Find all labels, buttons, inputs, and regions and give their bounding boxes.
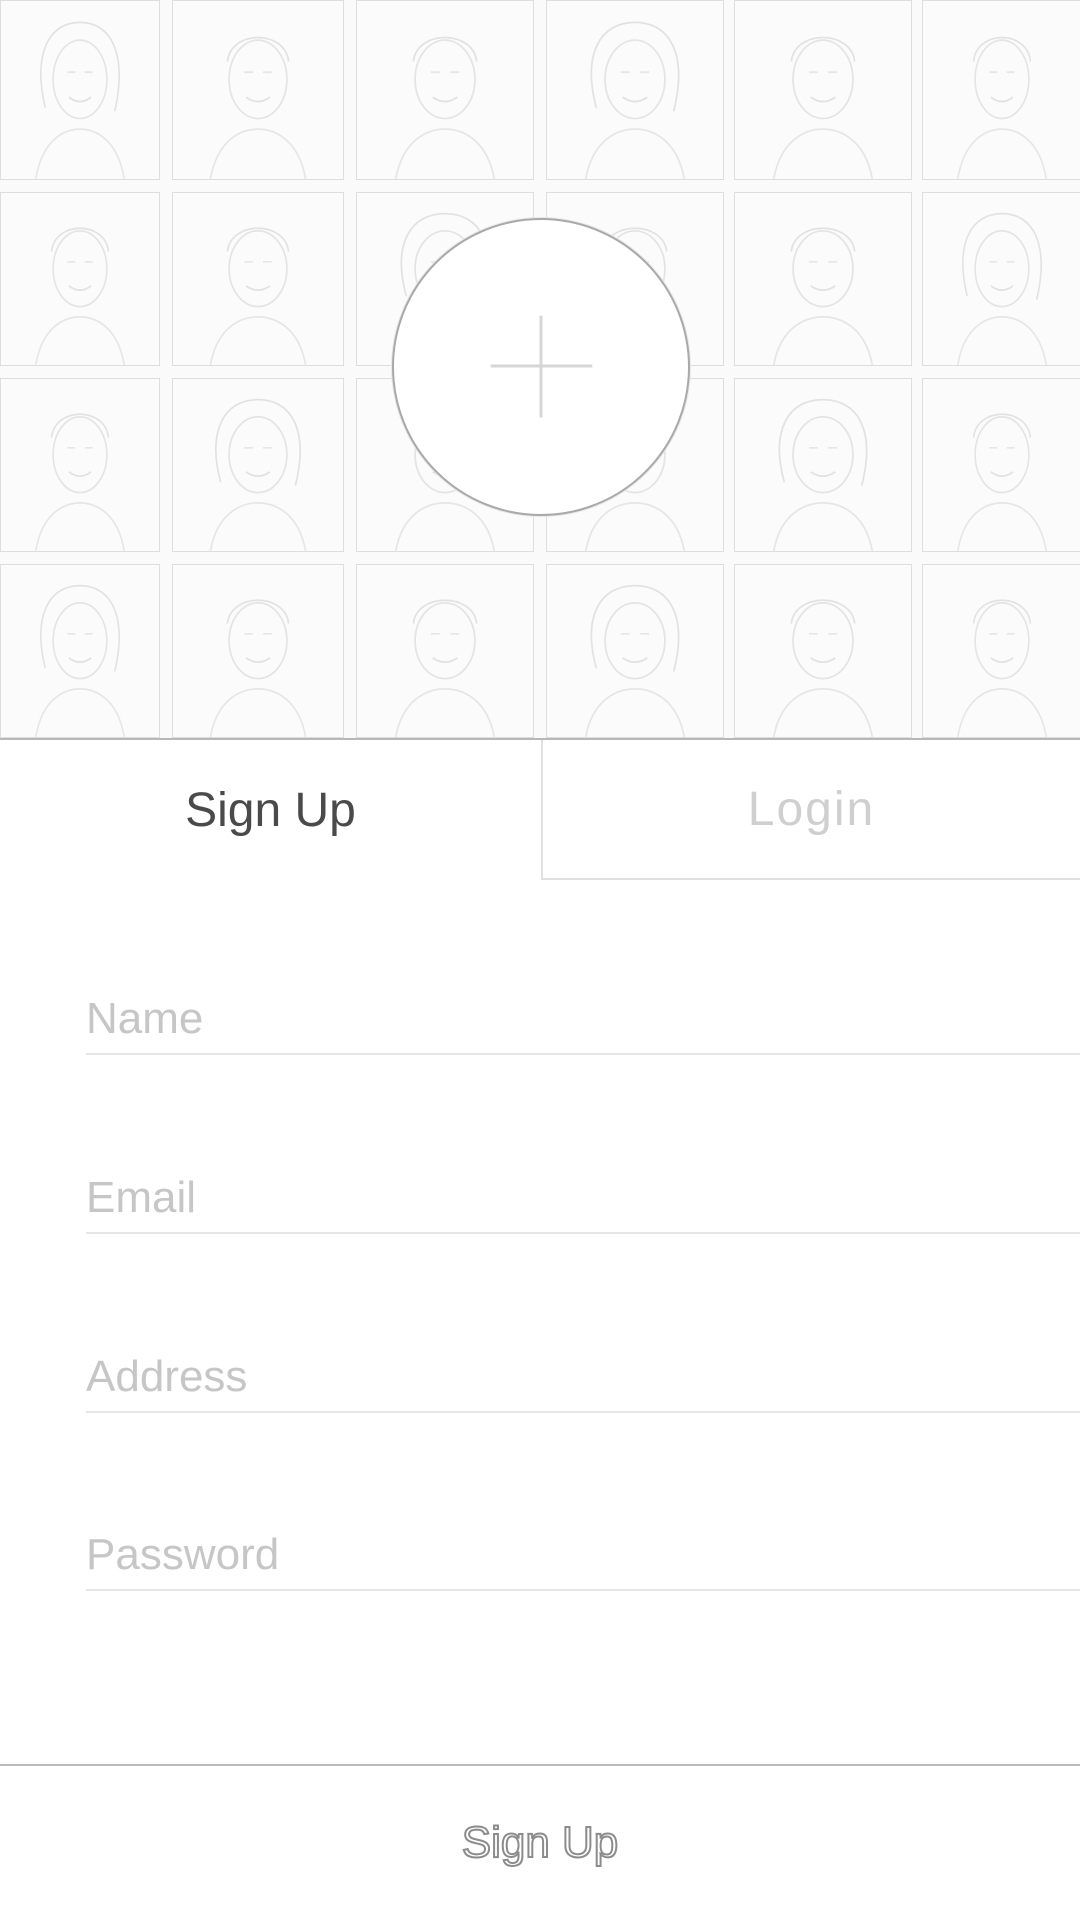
portrait-tile	[734, 0, 912, 180]
name-field[interactable]	[86, 985, 1080, 1055]
portrait-tile	[356, 564, 534, 738]
portrait-tile	[356, 0, 534, 180]
portrait-tile	[546, 0, 724, 180]
portrait-tile	[0, 192, 160, 366]
portrait-sketch-icon	[34, 227, 126, 365]
address-field[interactable]	[86, 1343, 1080, 1413]
add-photo-button[interactable]	[392, 218, 690, 516]
portrait-tile	[172, 564, 344, 738]
portrait-tile	[0, 564, 160, 738]
portrait-sketch-icon	[34, 584, 126, 737]
portrait-sketch-icon	[956, 599, 1048, 737]
portrait-sketch-icon	[956, 212, 1048, 365]
portrait-sketch-icon	[772, 599, 874, 737]
portrait-sketch-icon	[34, 413, 126, 551]
portrait-tile	[734, 192, 912, 366]
portrait-tile	[172, 0, 344, 180]
profile-photo-header	[0, 0, 1080, 740]
tab-login[interactable]: Login	[541, 740, 1080, 880]
tab-sign-up[interactable]: Sign Up	[0, 740, 541, 880]
sign-up-button[interactable]: Sign Up	[0, 1766, 1080, 1920]
portrait-sketch-icon	[209, 227, 307, 365]
portrait-sketch-icon	[956, 413, 1048, 551]
tab-login-label: Login	[747, 782, 876, 836]
portrait-tile	[922, 0, 1080, 180]
portrait-sketch-icon	[209, 36, 307, 179]
plus-icon	[490, 315, 593, 418]
password-field[interactable]	[86, 1521, 1080, 1591]
portrait-tile	[0, 0, 160, 180]
portrait-sketch-icon	[394, 36, 496, 179]
portrait-sketch-icon	[584, 21, 686, 179]
portrait-sketch-icon	[34, 21, 126, 179]
portrait-tile	[734, 378, 912, 552]
portrait-tile	[0, 378, 160, 552]
portrait-tile	[922, 564, 1080, 738]
portrait-sketch-icon	[209, 398, 307, 551]
tab-sign-up-label: Sign Up	[185, 783, 356, 837]
portrait-sketch-icon	[772, 398, 874, 551]
portrait-sketch-icon	[209, 599, 307, 737]
portrait-sketch-icon	[956, 36, 1048, 179]
portrait-sketch-icon	[772, 36, 874, 179]
portrait-sketch-icon	[394, 599, 496, 737]
portrait-tile	[922, 192, 1080, 366]
portrait-tile	[172, 192, 344, 366]
portrait-sketch-icon	[772, 227, 874, 365]
portrait-tile	[922, 378, 1080, 552]
email-field[interactable]	[86, 1164, 1080, 1234]
portrait-tile	[734, 564, 912, 738]
portrait-tile	[172, 378, 344, 552]
portrait-sketch-icon	[584, 584, 686, 737]
portrait-tile	[546, 564, 724, 738]
